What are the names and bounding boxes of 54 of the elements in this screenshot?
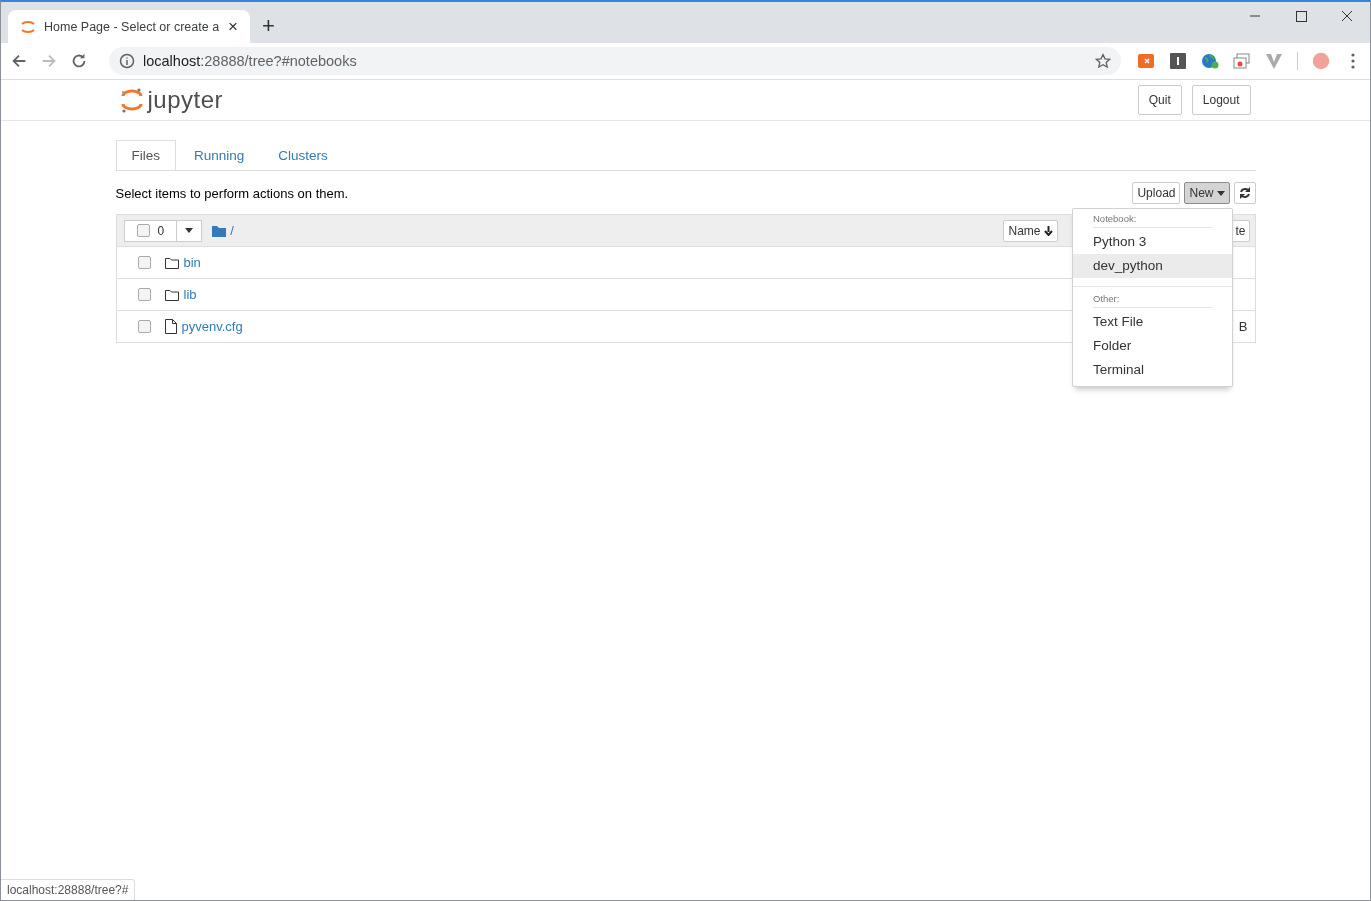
folder-icon <box>164 288 179 301</box>
menu-item[interactable]: Folder <box>1073 334 1232 358</box>
sort-button[interactable]: Name <box>1003 219 1058 242</box>
extension-icon[interactable] <box>1169 52 1187 70</box>
browser-tab[interactable]: Home Page - Select or create a × <box>8 10 250 43</box>
new-tab-icon[interactable]: + <box>262 14 275 37</box>
caret-icon <box>185 228 194 233</box>
refresh-icon <box>1238 187 1251 199</box>
url-text: localhost:28888/tree?#notebooks <box>143 53 357 69</box>
header-button[interactable]: Quit <box>1137 85 1182 115</box>
file-size: B <box>1238 319 1248 334</box>
menu-heading: Notebook: <box>1092 213 1138 224</box>
globe-icon[interactable] <box>1201 52 1219 70</box>
jupyter-logo-icon <box>119 86 144 114</box>
file-link[interactable]: lib <box>183 287 197 302</box>
windows-icon[interactable] <box>1233 52 1251 70</box>
jupyter-logo-icon <box>20 18 36 35</box>
extension-icon[interactable] <box>1137 52 1155 70</box>
v-shape-icon[interactable] <box>1265 52 1283 70</box>
menu-heading: Other: <box>1092 293 1121 304</box>
address-bar[interactable]: localhost:28888/tree?#notebooks <box>109 47 1121 75</box>
file-link[interactable]: bin <box>183 255 201 270</box>
upload-button[interactable]: Upload <box>1132 182 1181 204</box>
checkbox[interactable] <box>137 288 151 301</box>
new-button[interactable]: New <box>1184 182 1230 204</box>
checkbox[interactable] <box>137 256 151 269</box>
select-dropdown-button[interactable] <box>177 219 203 242</box>
checkbox[interactable] <box>137 320 151 333</box>
menu-item[interactable]: Text File <box>1073 310 1232 334</box>
menu-item[interactable]: Python 3 <box>1073 230 1232 254</box>
file-link[interactable]: pyvenv.cfg <box>181 319 243 334</box>
page-tab[interactable]: Files <box>115 140 176 170</box>
star-icon[interactable] <box>1095 53 1111 69</box>
folder-icon <box>212 224 227 237</box>
status-url: localhost:28888/tree?# <box>1 879 136 900</box>
path-link[interactable]: / <box>230 223 234 238</box>
file-icon <box>164 319 177 334</box>
avatar-icon[interactable] <box>1312 52 1330 70</box>
page-tab[interactable]: Running <box>178 140 261 170</box>
header-button[interactable]: Logout <box>1191 85 1251 115</box>
refresh-button[interactable] <box>1233 182 1256 204</box>
close-tab-icon[interactable]: × <box>228 18 238 35</box>
caret-icon <box>1216 190 1225 196</box>
tab-title: Home Page - Select or create a <box>44 19 221 34</box>
logo-text: jupyter <box>147 86 224 114</box>
menu-item[interactable]: dev_python <box>1073 254 1232 278</box>
menu-item[interactable]: Terminal <box>1073 358 1232 382</box>
instruction-text: Select items to perform actions on them. <box>115 185 349 201</box>
info-icon <box>119 53 135 69</box>
arrow-down-icon <box>1043 225 1053 236</box>
select-all-button[interactable]: 0 <box>123 219 178 242</box>
folder-icon <box>164 256 179 269</box>
checkbox[interactable] <box>136 224 150 237</box>
page-tab[interactable]: Clusters <box>262 140 344 170</box>
